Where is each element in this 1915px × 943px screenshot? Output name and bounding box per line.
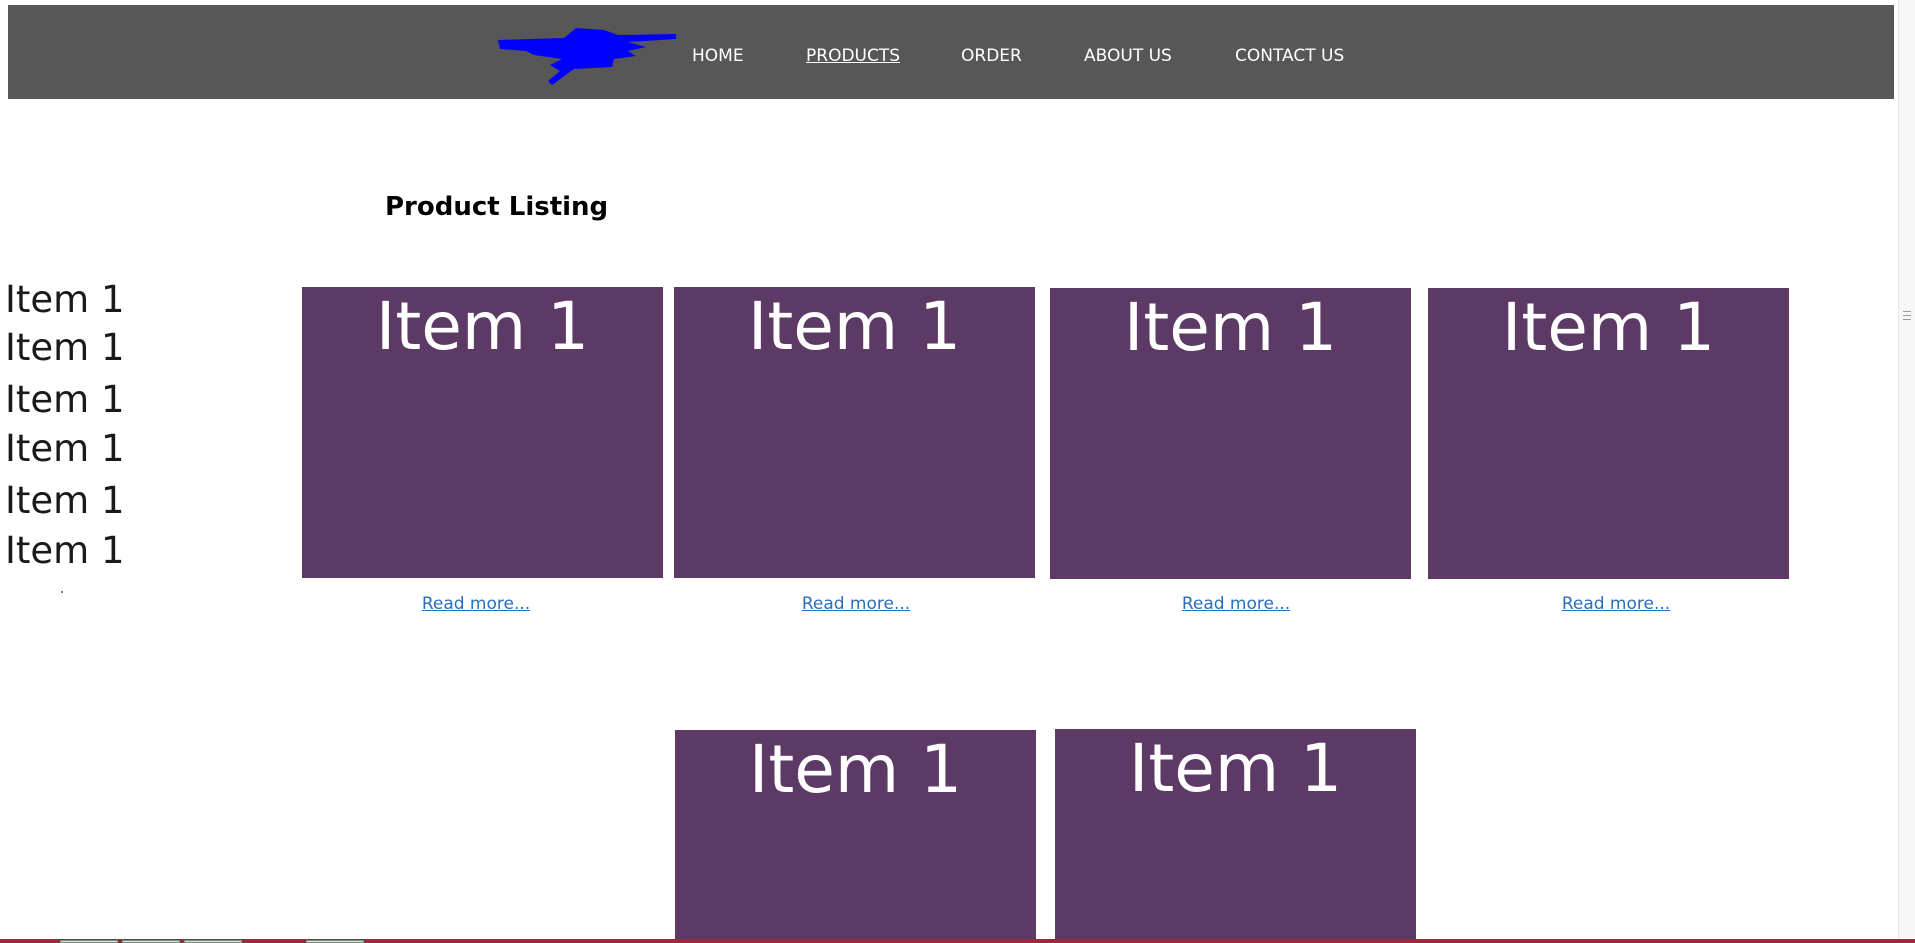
divider-dot xyxy=(61,591,63,593)
read-more-link[interactable]: Read more... xyxy=(802,594,910,614)
product-card[interactable]: Item 1 xyxy=(1428,288,1789,579)
side-item[interactable]: Item 1 xyxy=(5,278,125,322)
side-item[interactable]: Item 1 xyxy=(5,378,125,422)
product-card-title: Item 1 xyxy=(748,731,963,808)
nav-order[interactable]: ORDER xyxy=(961,46,1022,66)
vertical-scrollbar[interactable] xyxy=(1898,0,1915,938)
scrollbar-grip-icon[interactable] xyxy=(1903,311,1911,320)
nav-about-us[interactable]: ABOUT US xyxy=(1084,46,1172,66)
product-card[interactable]: Item 1 xyxy=(1055,729,1416,943)
product-card-title: Item 1 xyxy=(747,288,962,365)
nav-products[interactable]: PRODUCTS xyxy=(806,46,900,66)
read-more-link[interactable]: Read more... xyxy=(422,594,530,614)
read-more-link[interactable]: Read more... xyxy=(1562,594,1670,614)
product-card[interactable]: Item 1 xyxy=(1050,288,1411,579)
product-card-title: Item 1 xyxy=(1501,289,1716,366)
site-header: HOME PRODUCTS ORDER ABOUT US CONTACT US xyxy=(8,5,1894,99)
taskbar-edge xyxy=(0,939,1915,943)
product-card-title: Item 1 xyxy=(1123,289,1338,366)
nav-home[interactable]: HOME xyxy=(692,46,744,66)
product-card[interactable]: Item 1 xyxy=(675,730,1036,943)
product-card[interactable]: Item 1 xyxy=(674,287,1035,578)
product-card-title: Item 1 xyxy=(1128,730,1343,807)
read-more-link[interactable]: Read more... xyxy=(1182,594,1290,614)
side-item[interactable]: Item 1 xyxy=(5,529,125,573)
page-title: Product Listing xyxy=(385,192,609,222)
product-card[interactable]: Item 1 xyxy=(302,287,663,578)
product-card-title: Item 1 xyxy=(375,288,590,365)
side-item[interactable]: Item 1 xyxy=(5,326,125,370)
nav-contact-us[interactable]: CONTACT US xyxy=(1235,46,1344,66)
side-item[interactable]: Item 1 xyxy=(5,479,125,523)
logo-icon[interactable] xyxy=(496,25,681,91)
side-item[interactable]: Item 1 xyxy=(5,427,125,471)
